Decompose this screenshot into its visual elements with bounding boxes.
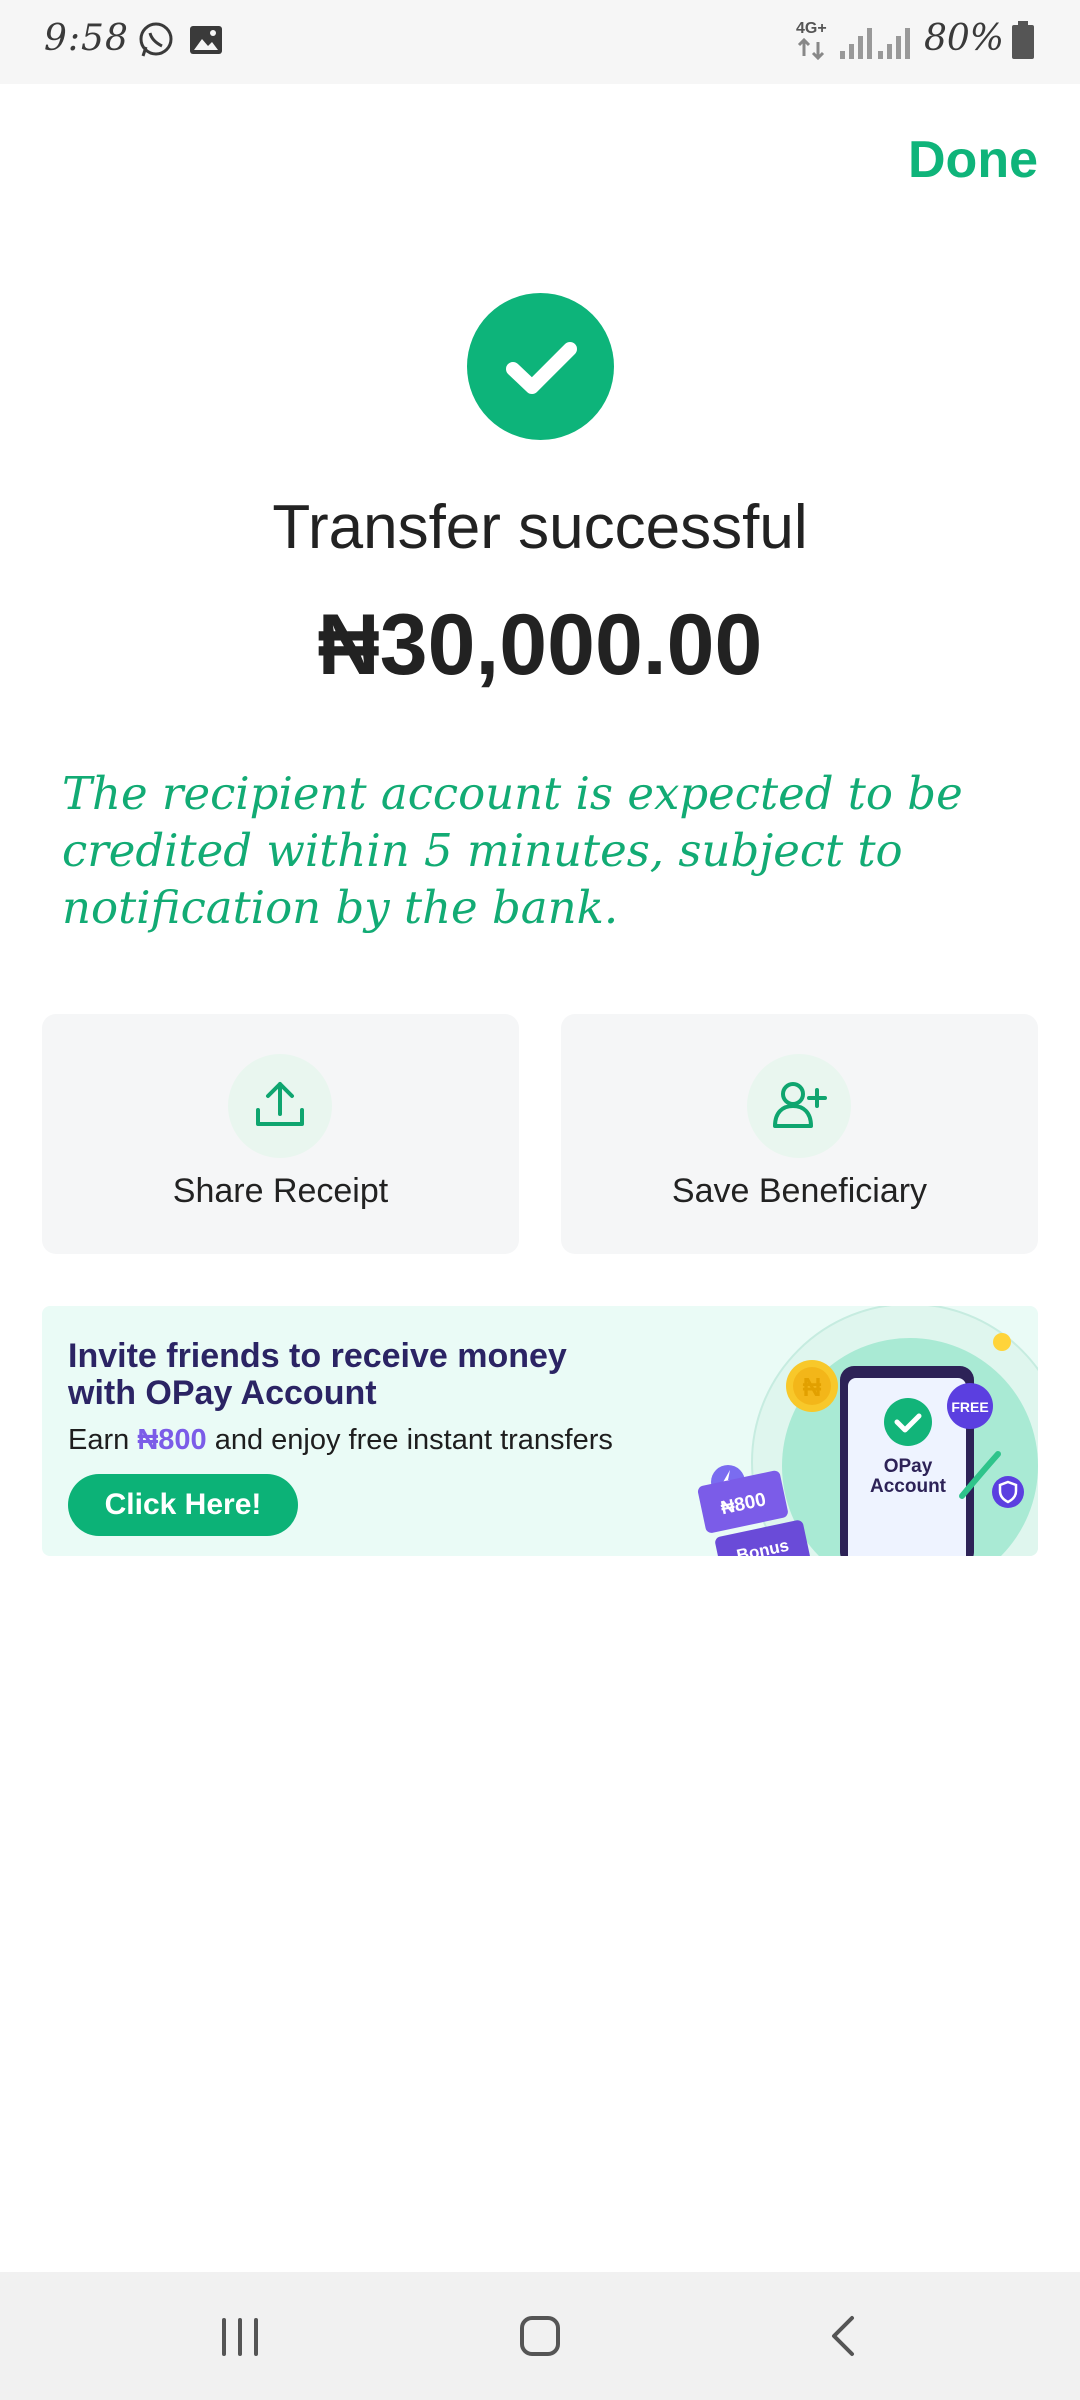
- art-free-label: FREE: [951, 1399, 988, 1415]
- art-phone-line1: OPay: [884, 1456, 933, 1477]
- save-beneficiary-label: Save Beneficiary: [671, 1172, 928, 1210]
- done-button[interactable]: Done: [908, 130, 1038, 190]
- network-indicator: 4G+: [796, 18, 836, 62]
- transfer-amount: ₦30,000.00: [317, 597, 763, 693]
- back-icon[interactable]: [814, 2306, 874, 2366]
- signal-icon: [840, 28, 872, 59]
- status-time: 9:58: [44, 18, 129, 59]
- banner-sub-highlight: ₦800: [137, 1424, 207, 1456]
- gallery-icon: [190, 26, 222, 54]
- whatsapp-icon: [139, 22, 173, 57]
- battery-icon: [1012, 21, 1034, 59]
- art-phone-line2: Account: [870, 1476, 947, 1497]
- upload-icon: [228, 1054, 332, 1158]
- share-receipt-label: Share Receipt: [172, 1172, 389, 1210]
- banner-sub-suffix: and enjoy free instant transfers: [206, 1424, 613, 1456]
- success-check-icon: [467, 293, 614, 440]
- art-coin-label: ₦: [803, 1372, 822, 1402]
- click-here-button[interactable]: Click Here!: [68, 1474, 298, 1536]
- signal-icon-2: [878, 28, 910, 59]
- result-note: The recipient account is expected to be …: [62, 767, 963, 934]
- result-title: Transfer successful: [272, 493, 808, 562]
- share-receipt-button[interactable]: Share Receipt: [42, 1014, 519, 1254]
- recent-apps-icon[interactable]: [210, 2306, 270, 2366]
- banner-sub-prefix: Earn: [68, 1424, 138, 1456]
- data-arrows-icon: [797, 38, 825, 60]
- save-beneficiary-button[interactable]: Save Beneficiary: [561, 1014, 1038, 1254]
- add-user-icon: [747, 1054, 851, 1158]
- home-icon[interactable]: [510, 2306, 570, 2366]
- system-nav-bar: [0, 2272, 1080, 2400]
- banner-subtitle: Earn ₦800 and enjoy free instant transfe…: [68, 1424, 613, 1457]
- status-bar: 9:58 4G+ 80%: [0, 0, 1080, 84]
- battery-percent: 80%: [923, 18, 1004, 59]
- invite-banner[interactable]: Invite friends to receive money with OPa…: [42, 1306, 1038, 1556]
- banner-illustration: ₦ OPay Account ₦800 Bonus FREE: [697, 1306, 1038, 1556]
- network-type: 4G+: [796, 20, 827, 37]
- banner-title: Invite friends to receive money with OPa…: [68, 1337, 567, 1412]
